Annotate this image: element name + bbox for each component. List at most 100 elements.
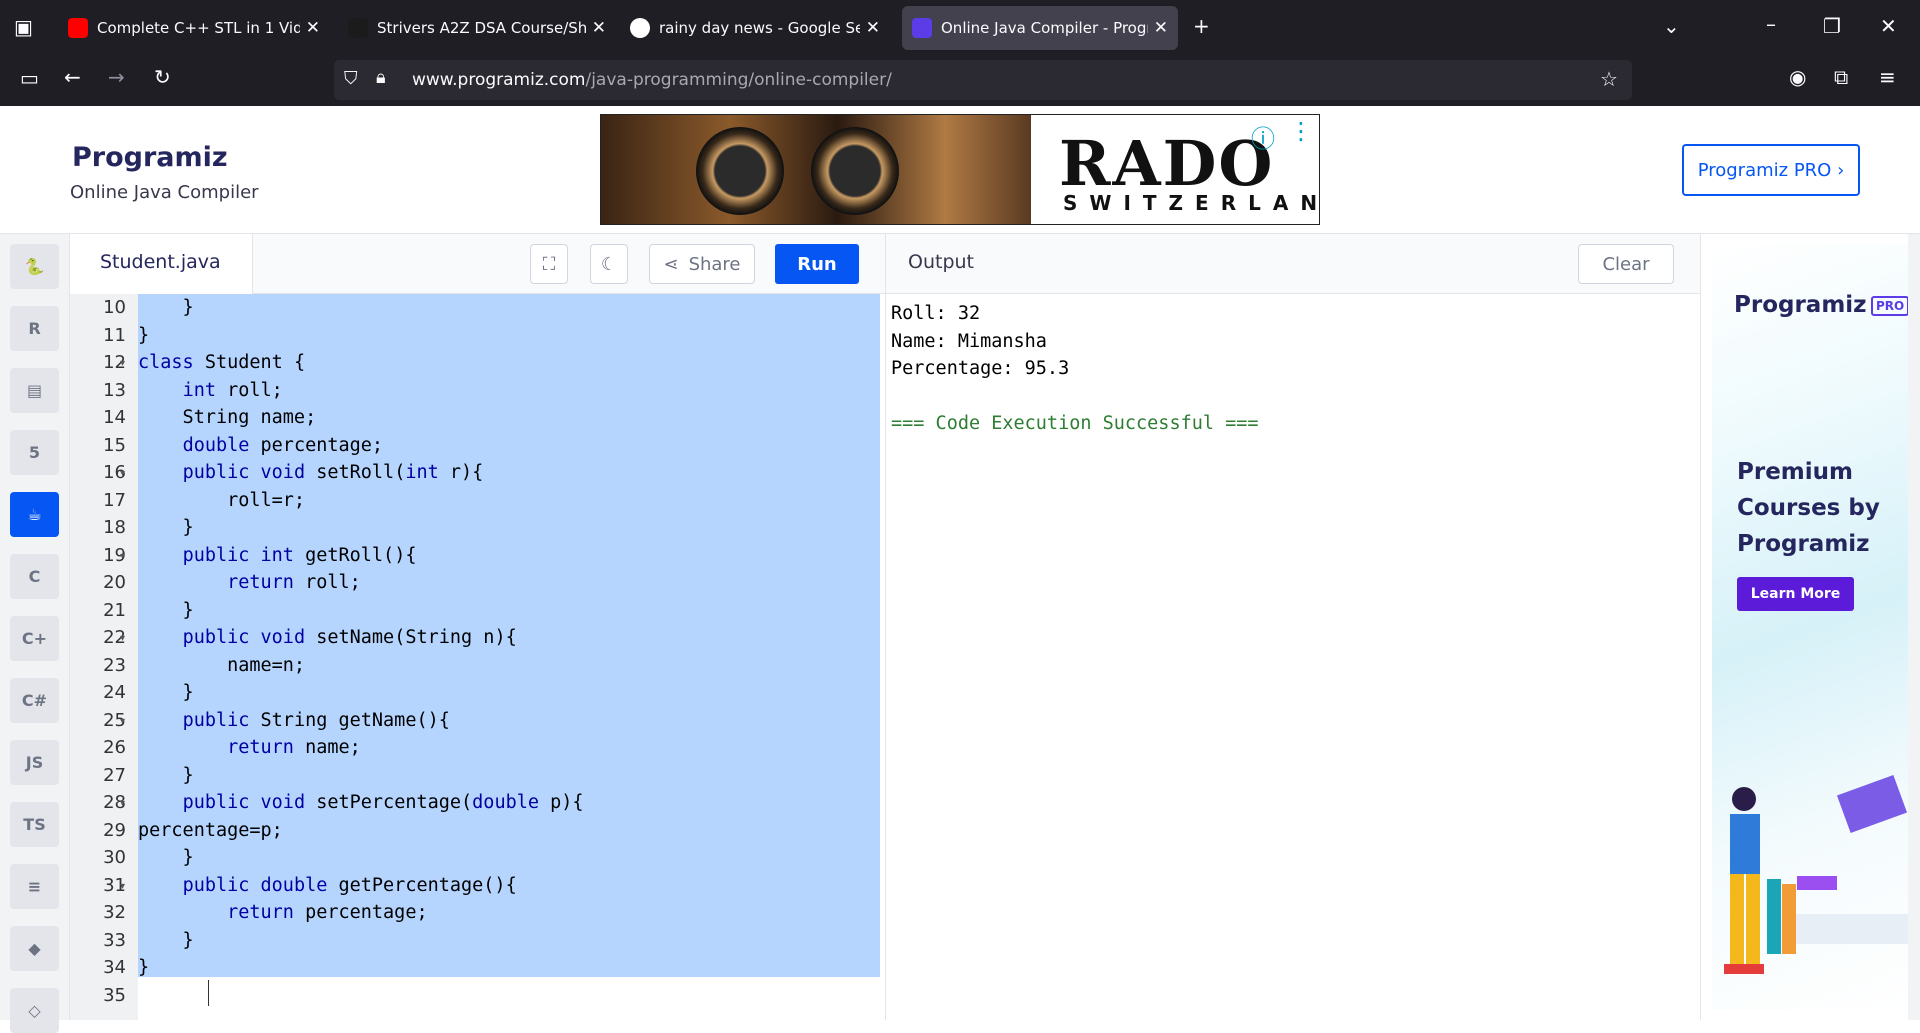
line-number: 15 bbox=[103, 434, 126, 456]
browser-tab[interactable]: Online Java Compiler - Program ✕ bbox=[902, 6, 1178, 50]
side-ad[interactable]: Programiz PRO Premium Courses by Program… bbox=[1700, 234, 1920, 1020]
fold-toggle-icon[interactable]: ▾ bbox=[120, 881, 125, 892]
code-line: } bbox=[138, 929, 194, 951]
line-number: 23 bbox=[103, 654, 126, 676]
java-icon[interactable]: ☕ bbox=[10, 492, 59, 537]
page: Programiz Online Java Compiler RADO SWIT… bbox=[0, 106, 1920, 1033]
ad-options-icon[interactable]: ⋮ bbox=[1289, 117, 1313, 145]
output-line: Roll: 32 bbox=[891, 303, 981, 324]
share-icon: ⋖ bbox=[663, 253, 679, 275]
tab-favicon-icon bbox=[630, 18, 650, 38]
line-number: 30 bbox=[103, 847, 126, 868]
banner-ad[interactable]: RADO SWITZERLAND ⓘ ⋮ bbox=[600, 114, 1320, 225]
line-number: 14 bbox=[103, 407, 126, 428]
code-editor[interactable]: }} class Student { int roll; String name;… bbox=[138, 294, 885, 1020]
close-tab-icon[interactable]: ✕ bbox=[592, 18, 606, 38]
watch-image bbox=[696, 127, 784, 215]
account-icon[interactable]: ◉ bbox=[1789, 65, 1806, 89]
url-text[interactable]: www.programiz.com/java-programming/onlin… bbox=[412, 70, 892, 90]
line-number: 11 bbox=[103, 324, 126, 346]
database-icon[interactable]: ▤ bbox=[10, 368, 59, 413]
student-illustration bbox=[1724, 774, 1912, 974]
browser-tab[interactable]: Complete C++ STL in 1 Video | ✕ bbox=[58, 6, 330, 50]
text-cursor bbox=[208, 980, 209, 1006]
url-bar[interactable]: ⛉ 🔒︎ www.programiz.com/java-programming/… bbox=[334, 60, 1632, 100]
ad-info-icon[interactable]: ⓘ bbox=[1251, 119, 1275, 154]
ts-icon[interactable]: TS bbox=[10, 802, 59, 847]
line-number: 26 bbox=[103, 737, 126, 758]
new-tab-icon[interactable]: + bbox=[1193, 14, 1210, 38]
url-host: www.programiz.com bbox=[412, 70, 586, 90]
close-window-icon[interactable]: ✕ bbox=[1880, 14, 1897, 38]
menu-icon[interactable]: ≡ bbox=[1879, 65, 1896, 89]
fold-toggle-icon[interactable]: ▾ bbox=[120, 358, 125, 369]
bookmark-star-icon[interactable]: ☆ bbox=[1600, 67, 1618, 91]
nav-bar: ▭ ← → ↻ ⛉ 🔒︎ www.programiz.com/java-prog… bbox=[0, 54, 1920, 106]
csharp-icon[interactable]: C# bbox=[10, 678, 59, 723]
restore-icon[interactable]: ❐ bbox=[1823, 14, 1841, 38]
output-console[interactable]: Roll: 32 Name: Mimansha Percentage: 95.3 ==… bbox=[891, 300, 1259, 438]
code-line: } bbox=[138, 297, 194, 318]
programiz-logo[interactable]: Programiz bbox=[72, 142, 228, 173]
chevron-down-icon[interactable]: ⌄ bbox=[1663, 14, 1680, 38]
close-tab-icon[interactable]: ✕ bbox=[306, 18, 320, 38]
tab-title: rainy day news - Google Search bbox=[659, 19, 860, 37]
run-button[interactable]: Run bbox=[775, 244, 859, 284]
tab-list-icon[interactable]: ▣ bbox=[14, 15, 33, 39]
reload-icon[interactable]: ↻ bbox=[154, 65, 171, 89]
language-sidebar: 🐍 R ▤ 5 ☕ C C+ C# JS TS ≡ ◆ ◇ bbox=[0, 234, 70, 1033]
learn-more-button[interactable]: Learn More bbox=[1737, 577, 1854, 611]
browser-tab[interactable]: rainy day news - Google Search ✕ bbox=[620, 6, 890, 50]
rust-icon[interactable]: ◇ bbox=[10, 988, 59, 1033]
js-icon[interactable]: JS bbox=[10, 740, 59, 785]
forward-icon[interactable]: → bbox=[108, 65, 125, 89]
close-tab-icon[interactable]: ✕ bbox=[866, 18, 880, 38]
output-line: Name: Mimansha bbox=[891, 330, 1047, 352]
side-ad-box: Programiz PRO Premium Courses by Program… bbox=[1712, 244, 1912, 1010]
minimize-icon[interactable]: – bbox=[1766, 12, 1776, 36]
output-line: Percentage: 95.3 bbox=[891, 358, 1070, 379]
c-icon[interactable]: C bbox=[10, 554, 59, 599]
line-gutter: 10 11 12 ▾ 13 14 15 16 ▾ 17 18 19 ▾ 20 21 22 ▾ 23 24 25 ▾ 26 2… bbox=[70, 294, 138, 1020]
file-tab[interactable]: Student.java bbox=[70, 234, 253, 294]
r-icon[interactable]: R bbox=[10, 306, 59, 351]
back-icon[interactable]: ← bbox=[64, 65, 81, 89]
fullscreen-icon[interactable]: ⛶ bbox=[530, 244, 568, 284]
pro-badge: PRO bbox=[1871, 296, 1910, 316]
fold-toggle-icon[interactable]: ▾ bbox=[120, 716, 125, 727]
fold-toggle-icon[interactable]: ▾ bbox=[120, 798, 125, 809]
clear-button[interactable]: Clear bbox=[1578, 244, 1674, 284]
fold-toggle-icon[interactable]: ▾ bbox=[120, 551, 125, 562]
lock-icon[interactable]: 🔒︎ bbox=[376, 67, 386, 88]
line-number: 18 bbox=[103, 517, 126, 538]
line-number: 19 bbox=[103, 544, 126, 566]
line-number: 16 bbox=[103, 462, 126, 483]
page-subtitle: Online Java Compiler bbox=[70, 182, 259, 203]
code-line: } bbox=[138, 324, 150, 346]
programiz-pro-button[interactable]: Programiz PRO › bbox=[1682, 144, 1860, 196]
browser-tab[interactable]: Strivers A2Z DSA Course/Sheet ✕ bbox=[338, 6, 616, 50]
fold-toggle-icon[interactable]: ▾ bbox=[120, 468, 125, 479]
shield-icon[interactable]: ⛉ bbox=[344, 68, 358, 89]
sidebar-toggle-icon[interactable]: ▭ bbox=[20, 66, 39, 90]
cplusplus-icon[interactable]: C+ bbox=[10, 616, 59, 661]
close-tab-icon[interactable]: ✕ bbox=[1154, 18, 1168, 38]
python-icon[interactable]: 🐍 bbox=[10, 244, 59, 289]
tab-favicon-icon bbox=[68, 18, 88, 38]
code-line: public void setRoll(int r){ bbox=[182, 462, 484, 483]
code-line: roll=r; bbox=[138, 489, 306, 511]
line-number: 17 bbox=[103, 489, 126, 511]
fold-toggle-icon[interactable]: ▾ bbox=[120, 633, 125, 644]
html5-icon[interactable]: 5 bbox=[10, 430, 59, 475]
output-panel: Output Clear Roll: 32 Name: Mimansha Perce… bbox=[885, 234, 1701, 1020]
tab-strip: ▣ Complete C++ STL in 1 Video |✕Strivers… bbox=[0, 0, 1920, 54]
swift-icon[interactable]: ◆ bbox=[10, 926, 59, 971]
dark-mode-icon[interactable]: ☾ bbox=[590, 244, 628, 284]
go-icon[interactable]: ≡ bbox=[10, 864, 59, 909]
share-button[interactable]: ⋖ Share bbox=[649, 244, 755, 284]
ad-photo bbox=[601, 115, 1031, 224]
line-number: 34 bbox=[103, 957, 126, 978]
url-path: /java-programming/online-compiler/ bbox=[585, 70, 892, 90]
extensions-icon[interactable]: ⧉ bbox=[1834, 65, 1848, 89]
code-line: public void setPercentage(double p){ bbox=[182, 792, 584, 813]
